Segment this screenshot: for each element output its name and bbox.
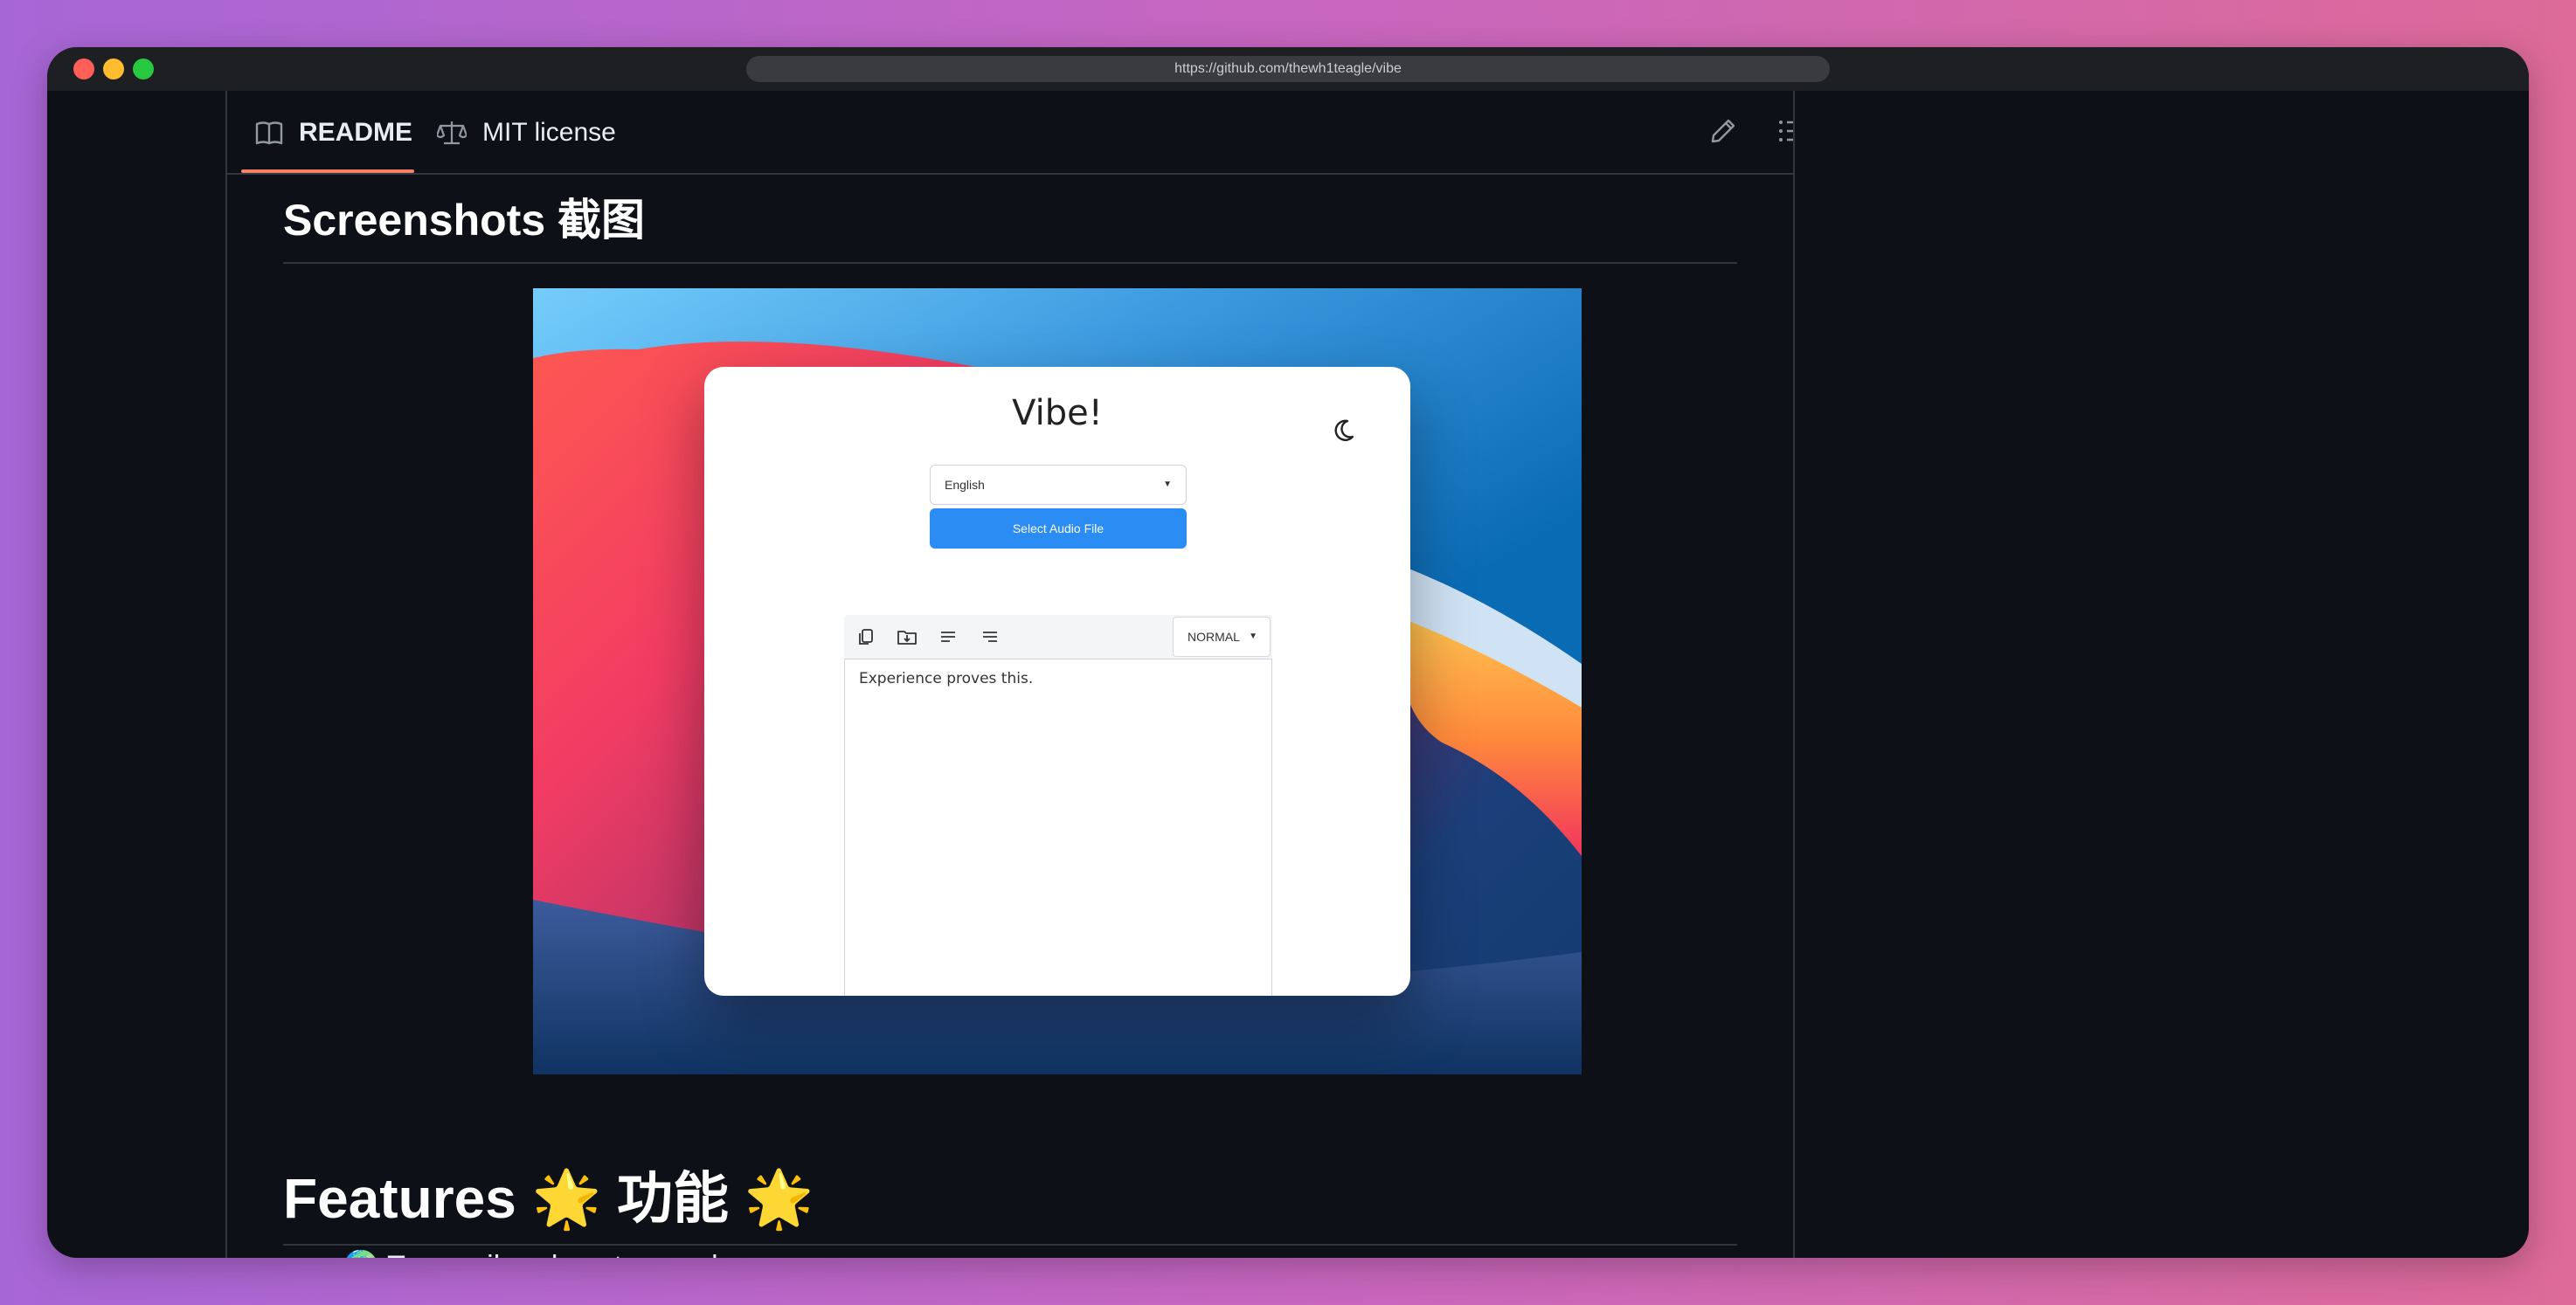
pencil-icon[interactable] bbox=[1709, 117, 1737, 149]
close-window-button[interactable] bbox=[73, 59, 94, 79]
language-select[interactable]: English ▼ bbox=[930, 465, 1187, 505]
vibe-app-window: Vibe! English ▼ Select Audio File NORMAL… bbox=[704, 367, 1410, 996]
maximize-window-button[interactable] bbox=[133, 59, 154, 79]
app-title: Vibe! bbox=[1012, 393, 1103, 433]
language-value: English bbox=[945, 478, 985, 492]
list-icon[interactable] bbox=[1777, 117, 1793, 149]
minimize-window-button[interactable] bbox=[103, 59, 124, 79]
mode-select[interactable]: NORMAL ▼ bbox=[1173, 617, 1271, 657]
select-audio-button[interactable]: Select Audio File bbox=[930, 508, 1187, 549]
title-bar: https://github.com/thewh1teagle/vibe bbox=[47, 47, 2529, 91]
download-icon[interactable] bbox=[897, 627, 918, 651]
align-left-icon[interactable] bbox=[938, 627, 958, 651]
tab-license-label: MIT license bbox=[482, 118, 616, 147]
chevron-down-icon: ▼ bbox=[1249, 632, 1257, 641]
features-heading: Features 🌟 功能 🌟 bbox=[283, 1163, 1737, 1246]
tab-license[interactable]: MIT license bbox=[437, 91, 616, 175]
readme-tabs: README MIT license bbox=[227, 91, 1793, 175]
tab-readme[interactable]: README bbox=[255, 91, 412, 175]
scale-icon bbox=[437, 121, 467, 145]
screenshot-image: Vibe! English ▼ Select Audio File NORMAL… bbox=[533, 288, 1582, 1074]
active-tab-indicator bbox=[241, 169, 414, 173]
mode-value: NORMAL bbox=[1188, 630, 1240, 644]
chevron-down-icon: ▼ bbox=[1163, 480, 1172, 489]
copy-icon[interactable] bbox=[856, 627, 876, 651]
browser-window: https://github.com/thewh1teagle/vibe REA… bbox=[47, 47, 2529, 1258]
feature-list-item: 🌍 Transcribe almost every language bbox=[343, 1249, 834, 1258]
align-right-icon[interactable] bbox=[980, 627, 1000, 651]
book-icon bbox=[255, 121, 283, 145]
screenshots-heading: Screenshots 截图 bbox=[283, 194, 1737, 264]
tab-readme-label: README bbox=[299, 118, 413, 147]
readme-panel: README MIT license Screenshots 截图 Vibe! … bbox=[225, 91, 1795, 1258]
transcript-editor[interactable]: Experience proves this. bbox=[844, 659, 1272, 996]
moon-icon[interactable] bbox=[1330, 418, 1356, 448]
address-bar[interactable]: https://github.com/thewh1teagle/vibe bbox=[746, 56, 1830, 82]
editor-toolbar: NORMAL ▼ bbox=[844, 615, 1272, 659]
